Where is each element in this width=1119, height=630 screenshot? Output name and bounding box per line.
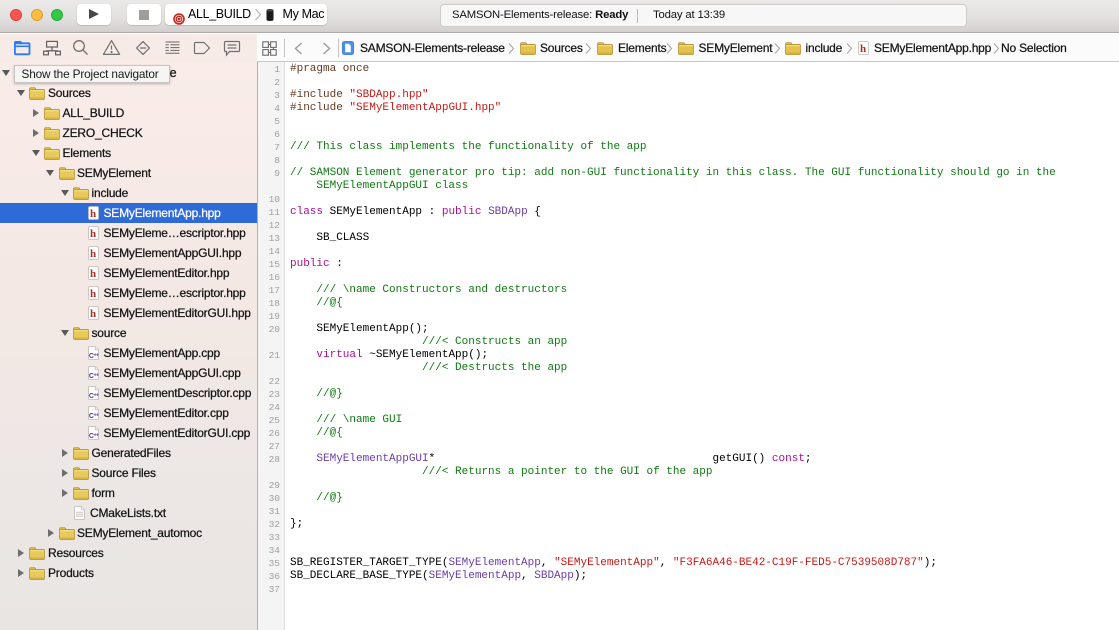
svg-text:++: ++ bbox=[94, 353, 99, 359]
svg-text:h: h bbox=[860, 43, 866, 55]
svg-text:h: h bbox=[90, 288, 96, 300]
svg-text:h: h bbox=[90, 268, 96, 280]
svg-text:++: ++ bbox=[94, 393, 99, 399]
svg-text:h: h bbox=[90, 248, 96, 260]
svg-text:++: ++ bbox=[94, 433, 99, 439]
svg-text:++: ++ bbox=[94, 373, 99, 379]
svg-text:h: h bbox=[90, 228, 96, 240]
svg-text:h: h bbox=[90, 308, 96, 320]
svg-text:h: h bbox=[90, 208, 96, 220]
svg-text:++: ++ bbox=[94, 413, 99, 419]
